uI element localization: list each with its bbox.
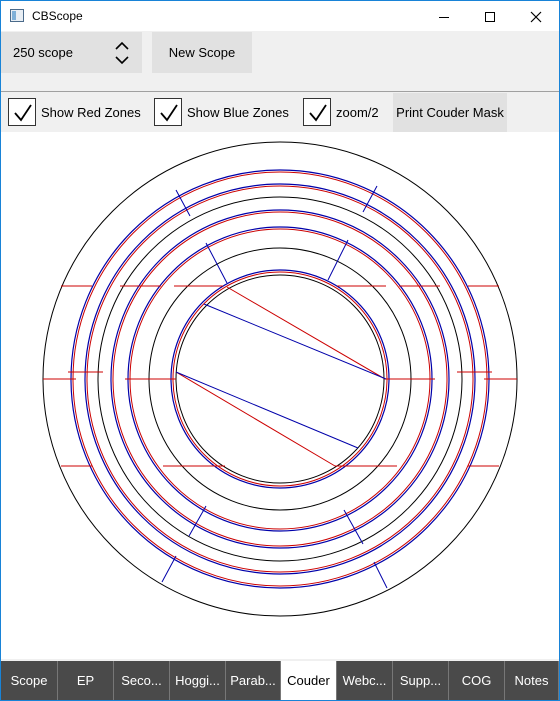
print-couder-mask-button[interactable]: Print Couder Mask <box>393 93 507 132</box>
zoom-half-label: zoom/2 <box>336 105 379 120</box>
window-title: CBScope <box>32 9 83 23</box>
close-icon <box>530 11 542 23</box>
tab-bar: Scope EP Seco... Hoggi... Parab... Coude… <box>1 659 559 700</box>
show-red-zones-label: Show Red Zones <box>41 105 141 120</box>
tab-support[interactable]: Supp... <box>393 661 449 700</box>
show-blue-zones-checkbox[interactable]: Show Blue Zones <box>154 98 294 126</box>
blue-divider <box>327 239 349 281</box>
spin-chevrons-icon <box>115 41 129 65</box>
tab-ep[interactable]: EP <box>58 661 114 700</box>
red-zone-dividers <box>43 285 517 467</box>
tab-hogging[interactable]: Hoggi... <box>170 661 226 700</box>
blue-divider <box>343 509 364 545</box>
zone-circle-black <box>175 274 385 484</box>
couder-mask-canvas[interactable] <box>1 132 559 659</box>
blue-divider <box>161 555 177 583</box>
blue-divider <box>205 242 228 284</box>
tab-scope[interactable]: Scope <box>1 661 58 700</box>
red-chord <box>175 371 336 467</box>
blue-chord <box>175 371 359 449</box>
minimize-button[interactable] <box>421 1 467 31</box>
app-icon <box>10 9 24 22</box>
title-bar[interactable]: CBScope <box>1 1 559 31</box>
minimize-icon <box>439 16 449 18</box>
scope-select[interactable]: 250 scope <box>1 32 142 73</box>
show-red-zones-checkbox[interactable]: Show Red Zones <box>8 98 143 126</box>
tab-webcam[interactable]: Webc... <box>337 661 393 700</box>
zone-circle-blue <box>170 269 390 489</box>
new-scope-button[interactable]: New Scope <box>152 32 252 73</box>
checkbox-box <box>154 98 182 126</box>
red-chord <box>226 286 386 380</box>
checkbox-box <box>303 98 331 126</box>
blue-chord <box>203 303 387 380</box>
tab-notes[interactable]: Notes <box>505 661 559 700</box>
maximize-button[interactable] <box>467 1 513 31</box>
tab-parabola[interactable]: Parab... <box>226 661 281 700</box>
app-window: CBScope 250 scope New Scope Show Red Zon… <box>0 0 560 701</box>
checkmark-icon <box>160 104 178 122</box>
show-blue-zones-label: Show Blue Zones <box>187 105 289 120</box>
close-button[interactable] <box>513 1 559 31</box>
tab-secondary[interactable]: Seco... <box>114 661 170 700</box>
checkmark-icon <box>309 104 327 122</box>
scope-select-value: 250 scope <box>13 45 73 60</box>
toolbar: 250 scope New Scope <box>1 31 559 91</box>
maximize-icon <box>485 12 495 23</box>
checkmark-icon <box>14 104 32 122</box>
tab-cog[interactable]: COG <box>449 661 505 700</box>
tab-couder[interactable]: Couder <box>281 661 337 700</box>
blue-divider <box>373 561 388 589</box>
couder-mask-drawing <box>42 141 518 617</box>
mirror-outline <box>42 141 518 617</box>
checkbox-box <box>8 98 36 126</box>
zoom-half-checkbox[interactable]: zoom/2 <box>303 98 388 126</box>
options-bar: Show Red Zones Show Blue Zones zoom/2 Pr… <box>1 92 559 132</box>
